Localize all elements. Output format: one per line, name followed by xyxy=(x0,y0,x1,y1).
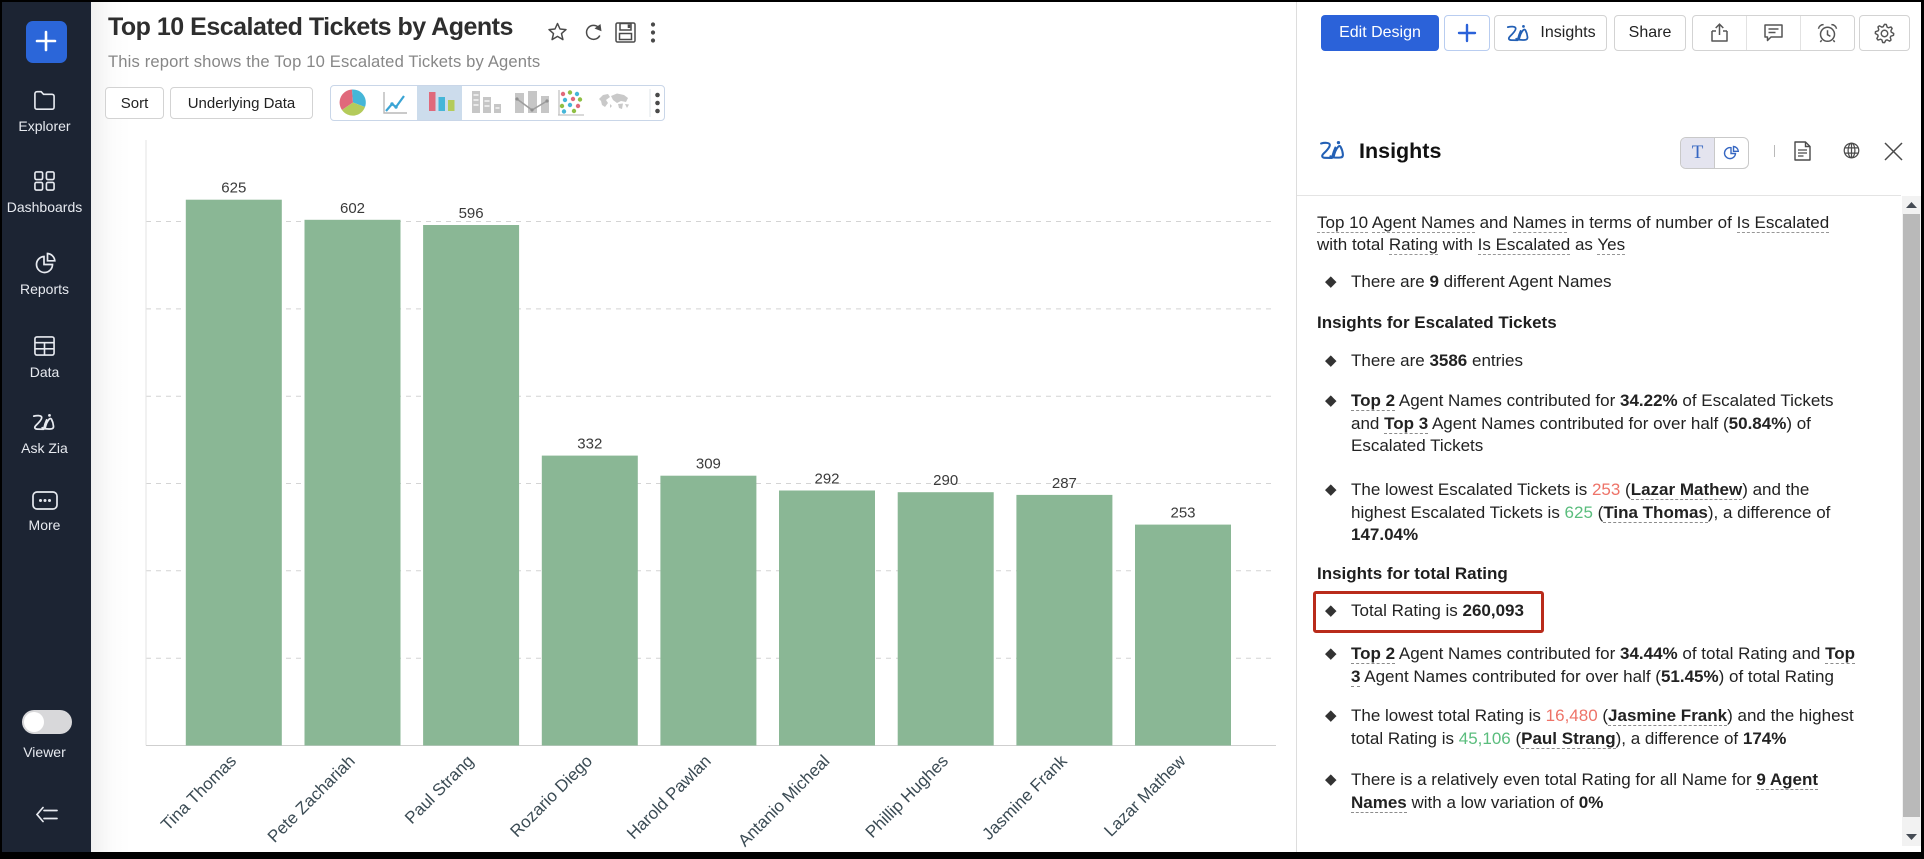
svg-text:Pete Zachariah: Pete Zachariah xyxy=(264,751,359,846)
svg-text:332: 332 xyxy=(577,436,602,453)
svg-text:Paul Strang: Paul Strang xyxy=(401,751,477,827)
svg-text:Rozario Diego: Rozario Diego xyxy=(507,751,597,841)
svg-text:287: 287 xyxy=(1052,475,1077,492)
svg-text:Antanio Micheal: Antanio Micheal xyxy=(734,751,833,850)
svg-text:Phillip Hughes: Phillip Hughes xyxy=(862,751,952,841)
svg-text:Jasmine Frank: Jasmine Frank xyxy=(978,751,1071,844)
svg-text:Harold Pawlan: Harold Pawlan xyxy=(623,751,715,843)
svg-text:Tina Thomas: Tina Thomas xyxy=(157,751,240,834)
svg-text:Lazar Mathew: Lazar Mathew xyxy=(1100,751,1189,840)
svg-text:290: 290 xyxy=(933,472,958,489)
svg-text:309: 309 xyxy=(696,456,721,473)
svg-text:596: 596 xyxy=(459,205,484,222)
svg-text:602: 602 xyxy=(340,200,365,217)
svg-text:253: 253 xyxy=(1170,505,1195,522)
svg-text:625: 625 xyxy=(221,180,246,197)
svg-text:292: 292 xyxy=(814,471,839,488)
